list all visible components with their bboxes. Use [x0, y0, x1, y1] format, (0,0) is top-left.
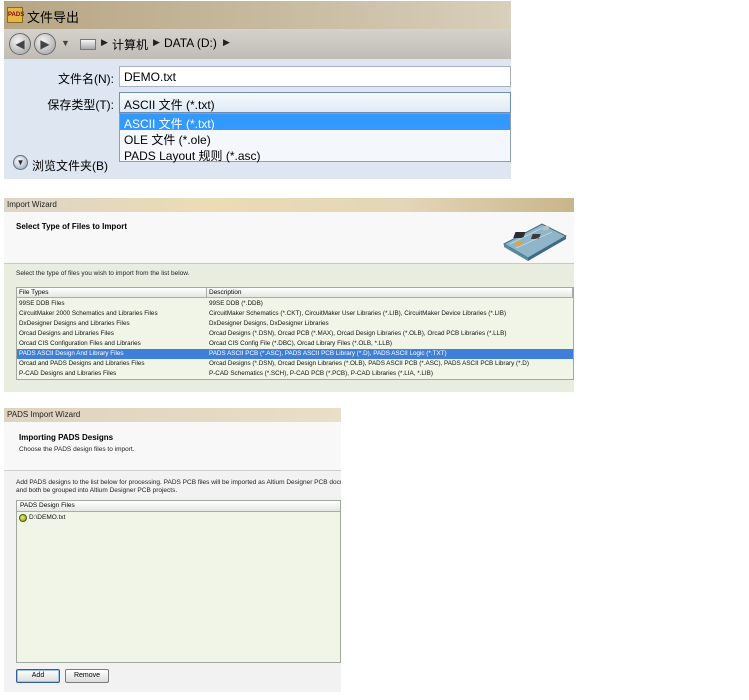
filetype-select[interactable]: ASCII 文件 (*.txt) — [119, 92, 511, 113]
table-row[interactable]: 99SE DDB Files 99SE DDB (*.DDB) — [17, 299, 573, 309]
file-type-cell: PADS ASCII Design And Library Files — [19, 350, 124, 357]
description-cell: CircuitMaker Schematics (*.CKT), Circuit… — [209, 310, 507, 317]
import-wizard: Import Wizard Select Type of Files to Im… — [4, 198, 574, 392]
file-type-cell: CircuitMaker 2000 Schematics and Librari… — [19, 310, 158, 317]
expand-folders-icon[interactable]: ▼ — [13, 155, 28, 170]
file-type-cell: Orcad and PADS Designs and Libraries Fil… — [19, 360, 145, 367]
import-wizard-header: Select Type of Files to Import — [4, 212, 574, 264]
pads-import-wizard: PADS Import Wizard Importing PADS Design… — [4, 408, 341, 692]
recent-pages-dropdown-icon[interactable]: ▼ — [61, 38, 70, 48]
list-header[interactable]: PADS Design Files — [17, 501, 340, 512]
dialog-title: 文件导出 — [27, 10, 80, 25]
file-ok-icon — [19, 514, 27, 522]
chevron-right-icon[interactable]: ▶ — [223, 37, 230, 48]
page-title: Select Type of Files to Import — [16, 222, 127, 231]
breadcrumb-computer[interactable]: 计算机 — [112, 36, 148, 53]
description-cell: PADS ASCII PCB (*.ASC), PADS ASCII PCB L… — [209, 350, 447, 357]
description-cell: Orcad Designs (*.DSN), Orcad PCB (*.MAX)… — [209, 330, 507, 337]
remove-button[interactable]: Remove — [65, 669, 109, 683]
browse-folders-button[interactable]: 浏览文件夹(B) — [32, 157, 108, 174]
description-line: and both be grouped into Altium Designer… — [16, 487, 178, 494]
description-cell: P-CAD Schematics (*.SCH), P-CAD PCB (*.P… — [209, 370, 433, 377]
filetype-label: 保存类型(T): — [47, 98, 114, 112]
add-button[interactable]: Add — [16, 669, 60, 683]
file-type-cell: Orcad CIS Configuration Files and Librar… — [19, 340, 141, 347]
table-row[interactable]: DxDesigner Designs and Libraries Files Dx… — [17, 319, 573, 329]
save-dialog: PADS 文件导出 ◀ ▶ ▼ ▶ 计算机 ▶ DATA (D:) ▶ 文件名(… — [4, 1, 511, 179]
file-type-cell: 99SE DDB Files — [19, 300, 65, 307]
page-subtitle: Choose the PADS design files to import. — [19, 446, 135, 453]
page-title: Importing PADS Designs — [19, 433, 114, 442]
description-cell: Orcad Designs (*.DSN), Orcad Design Libr… — [209, 360, 529, 367]
computer-icon — [80, 39, 96, 50]
table-row[interactable]: PADS ASCII Design And Library Files PADS … — [17, 349, 573, 359]
pads-design-files-list: PADS Design Files D:\DEMO.txt — [16, 500, 341, 663]
description-line: Add PADS designs to the list below for p… — [16, 479, 341, 486]
file-types-table: File Types Description 99SE DDB Files 99S… — [16, 287, 574, 380]
file-type-cell: P-CAD Designs and Libraries Files — [19, 370, 117, 377]
column-description[interactable]: Description — [207, 288, 573, 298]
breadcrumb-data-drive[interactable]: DATA (D:) — [164, 36, 217, 50]
description-cell: DxDesigner Designs, DxDesigner Libraries — [209, 320, 329, 327]
back-button[interactable]: ◀ — [9, 33, 31, 55]
pads-logo-icon: PADS — [7, 7, 24, 23]
save-dialog-titlebar: PADS 文件导出 — [4, 1, 511, 29]
chevron-right-icon[interactable]: ▶ — [153, 37, 160, 48]
filename-input[interactable]: DEMO.txt — [119, 66, 511, 87]
address-bar: ◀ ▶ ▼ ▶ 计算机 ▶ DATA (D:) ▶ — [4, 29, 511, 59]
pads-wizard-header: Importing PADS Designs Choose the PADS d… — [4, 422, 341, 471]
instruction-text: Select the type of files you wish to imp… — [16, 270, 190, 277]
import-wizard-title: Import Wizard — [4, 198, 574, 212]
description-text: Add PADS designs to the list below for p… — [16, 479, 341, 495]
chevron-right-icon[interactable]: ▶ — [101, 37, 108, 48]
file-type-cell: DxDesigner Designs and Libraries Files — [19, 320, 130, 327]
file-type-cell: Orcad Designs and Libraries Files — [19, 330, 114, 337]
table-row[interactable]: CircuitMaker 2000 Schematics and Librari… — [17, 309, 573, 319]
filetype-dropdown-list: ASCII 文件 (*.txt) OLE 文件 (*.ole) PADS Lay… — [119, 113, 511, 163]
pcb-board-icon — [502, 223, 568, 261]
save-form: 文件名(N): DEMO.txt 保存类型(T): ASCII 文件 (*.tx… — [4, 59, 511, 179]
description-cell: Orcad CIS Config File (*.DBC), Orcad Lib… — [209, 340, 393, 347]
forward-button[interactable]: ▶ — [34, 33, 56, 55]
table-row[interactable]: Orcad CIS Configuration Files and Librar… — [17, 339, 573, 349]
filetype-option-ascii[interactable]: ASCII 文件 (*.txt) — [120, 114, 510, 131]
pads-wizard-title: PADS Import Wizard — [4, 408, 341, 422]
column-file-types[interactable]: File Types — [17, 288, 207, 298]
file-path: D:\DEMO.txt — [29, 514, 66, 521]
table-row[interactable]: P-CAD Designs and Libraries Files P-CAD S… — [17, 369, 573, 379]
table-row[interactable]: Orcad and PADS Designs and Libraries Fil… — [17, 359, 573, 369]
filetype-option-pads-rules[interactable]: PADS Layout 规则 (*.asc) — [120, 146, 510, 163]
filetype-option-ole[interactable]: OLE 文件 (*.ole) — [120, 130, 510, 147]
description-cell: 99SE DDB (*.DDB) — [209, 300, 263, 307]
table-row[interactable]: Orcad Designs and Libraries Files Orcad D… — [17, 329, 573, 339]
filename-label: 文件名(N): — [58, 72, 114, 86]
